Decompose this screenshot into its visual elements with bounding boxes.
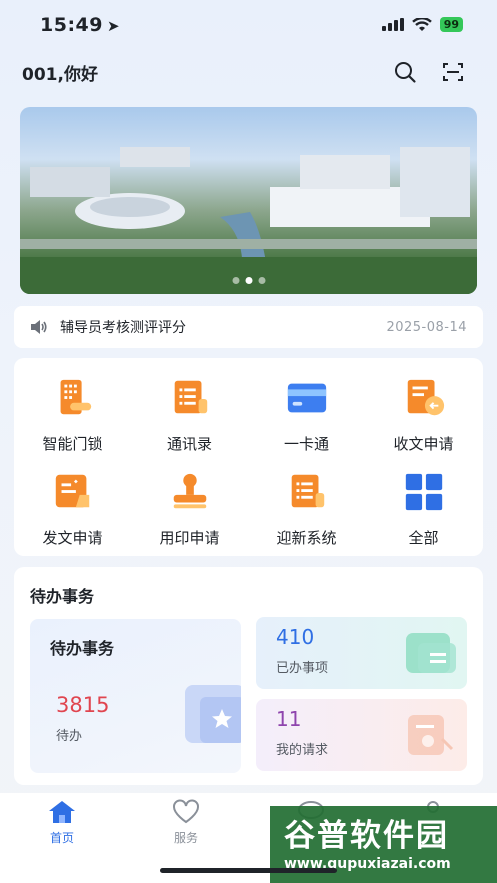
send-doc-icon	[55, 474, 89, 508]
pending-label: 待办	[56, 729, 83, 744]
banner-dot[interactable]	[258, 277, 265, 284]
tab-home[interactable]: 首页	[22, 799, 102, 846]
signal-icon	[381, 18, 404, 31]
watermark-title: 谷普软件园	[284, 818, 449, 854]
banner-pagination	[232, 277, 265, 284]
welcome-system-icon	[291, 474, 324, 508]
all-apps-icon	[405, 473, 442, 511]
campus-aerial-image	[20, 147, 477, 294]
app-label: 通讯录	[166, 435, 212, 453]
request-count: 11	[276, 707, 302, 731]
battery-icon: 99	[439, 17, 463, 32]
app-label: 一卡通	[283, 435, 329, 453]
app-contacts[interactable]: 通讯录	[131, 362, 248, 454]
heart-icon	[173, 799, 199, 824]
location-arrow-icon: ➤	[106, 17, 121, 35]
contacts-icon	[174, 380, 207, 414]
status-bar: 15:49 ➤ 99	[0, 0, 497, 52]
app-send-doc[interactable]: 发文申请	[14, 456, 131, 548]
seal-icon	[173, 473, 206, 509]
receive-doc-icon	[407, 379, 444, 416]
wifi-icon	[411, 17, 432, 31]
app-all[interactable]: 全部	[365, 456, 482, 548]
status-time: 15:49 ➤	[40, 14, 121, 36]
banner-dot-active[interactable]	[245, 277, 252, 284]
home-icon	[49, 801, 75, 823]
done-tile[interactable]: 410 已办事项	[256, 617, 467, 689]
app-label: 用印申请	[159, 529, 220, 547]
folder-star-icon	[185, 685, 241, 743]
app-label: 智能门锁	[42, 435, 103, 453]
pending-title: 待办事务	[50, 639, 115, 658]
app-label: 迎新系统	[276, 529, 337, 547]
request-label: 我的请求	[276, 743, 329, 758]
app-receive-doc[interactable]: 收文申请	[365, 362, 482, 454]
app-welcome-system[interactable]: 迎新系统	[248, 456, 365, 548]
campus-banner[interactable]	[20, 107, 477, 294]
scan-button[interactable]	[439, 58, 467, 86]
smart-lock-icon	[60, 379, 91, 415]
app-seal[interactable]: 用印申请	[131, 456, 248, 548]
app-label: 收文申请	[393, 435, 454, 453]
todo-card: 待办事务 待办事务 3815 待办 410 已办事项 11 我的请求	[14, 567, 483, 785]
done-count: 410	[276, 625, 315, 649]
card-icon	[287, 383, 326, 413]
notice-title: 辅导员考核测评评分	[60, 320, 186, 336]
todo-section-title: 待办事务	[30, 587, 95, 606]
search-icon	[395, 62, 416, 83]
notice-date: 2025-08-14	[386, 319, 467, 335]
app-campus-card[interactable]: 一卡通	[248, 362, 365, 454]
app-smart-lock[interactable]: 智能门锁	[14, 362, 131, 454]
pending-count: 3815	[56, 693, 110, 717]
speaker-icon	[31, 320, 47, 334]
tab-services[interactable]: 服务	[146, 799, 226, 846]
request-tile[interactable]: 11 我的请求	[256, 699, 467, 771]
tab-label: 服务	[173, 831, 198, 845]
banner-dot[interactable]	[232, 277, 239, 284]
greeting-title: 001,你好	[22, 65, 98, 85]
tab-label: 首页	[49, 831, 74, 845]
request-doc-icon	[408, 715, 454, 755]
home-indicator[interactable]	[160, 868, 337, 873]
status-indicators: 99	[381, 17, 463, 32]
app-label: 全部	[408, 529, 439, 547]
done-label: 已办事项	[276, 661, 329, 676]
pending-tile[interactable]: 待办事务 3815 待办	[30, 619, 241, 773]
scan-icon	[443, 63, 463, 81]
quick-apps-card: 智能门锁 通讯录 一卡通 收文申请 发文申请 用印申请 迎新系统 全部	[14, 358, 483, 556]
app-label: 发文申请	[42, 529, 103, 547]
search-button[interactable]	[391, 58, 419, 86]
folder-check-icon	[406, 633, 456, 673]
notice-bar[interactable]: 辅导员考核测评评分 2025-08-14	[14, 306, 483, 348]
